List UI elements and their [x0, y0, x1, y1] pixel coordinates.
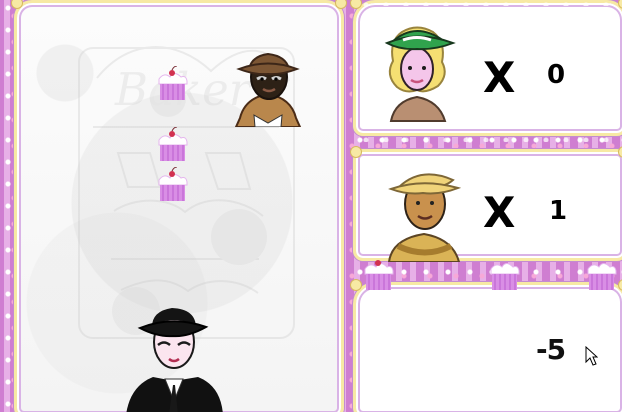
scoreboard-row-woman: X 0 — [350, 0, 622, 142]
cupcake-icon — [587, 263, 617, 290]
man-black-hat-icon[interactable] — [122, 297, 226, 412]
times-sign: X — [483, 188, 516, 237]
man-brown-hat-icon[interactable] — [228, 41, 308, 127]
scoreboard-row-man: X 1 — [350, 146, 622, 262]
cupcake-icon[interactable] — [156, 167, 189, 201]
game-board[interactable]: Bakery — [11, 0, 347, 412]
man-yellow-cap-icon — [387, 173, 462, 262]
game-screen: Bakery X 0 X 1 -5 — [0, 0, 622, 412]
woman-count: 0 — [547, 60, 566, 90]
times-sign: X — [483, 53, 516, 102]
woman-green-hat-icon — [384, 26, 456, 122]
score-panel — [350, 279, 622, 412]
cupcake-icon[interactable] — [156, 66, 189, 100]
score-value: -5 — [536, 333, 566, 366]
pointer-icon — [585, 346, 598, 366]
cupcake-icon[interactable] — [156, 127, 189, 161]
cupcake-icon — [364, 260, 394, 290]
man-count: 1 — [549, 196, 568, 226]
cupcake-icon — [490, 263, 520, 290]
